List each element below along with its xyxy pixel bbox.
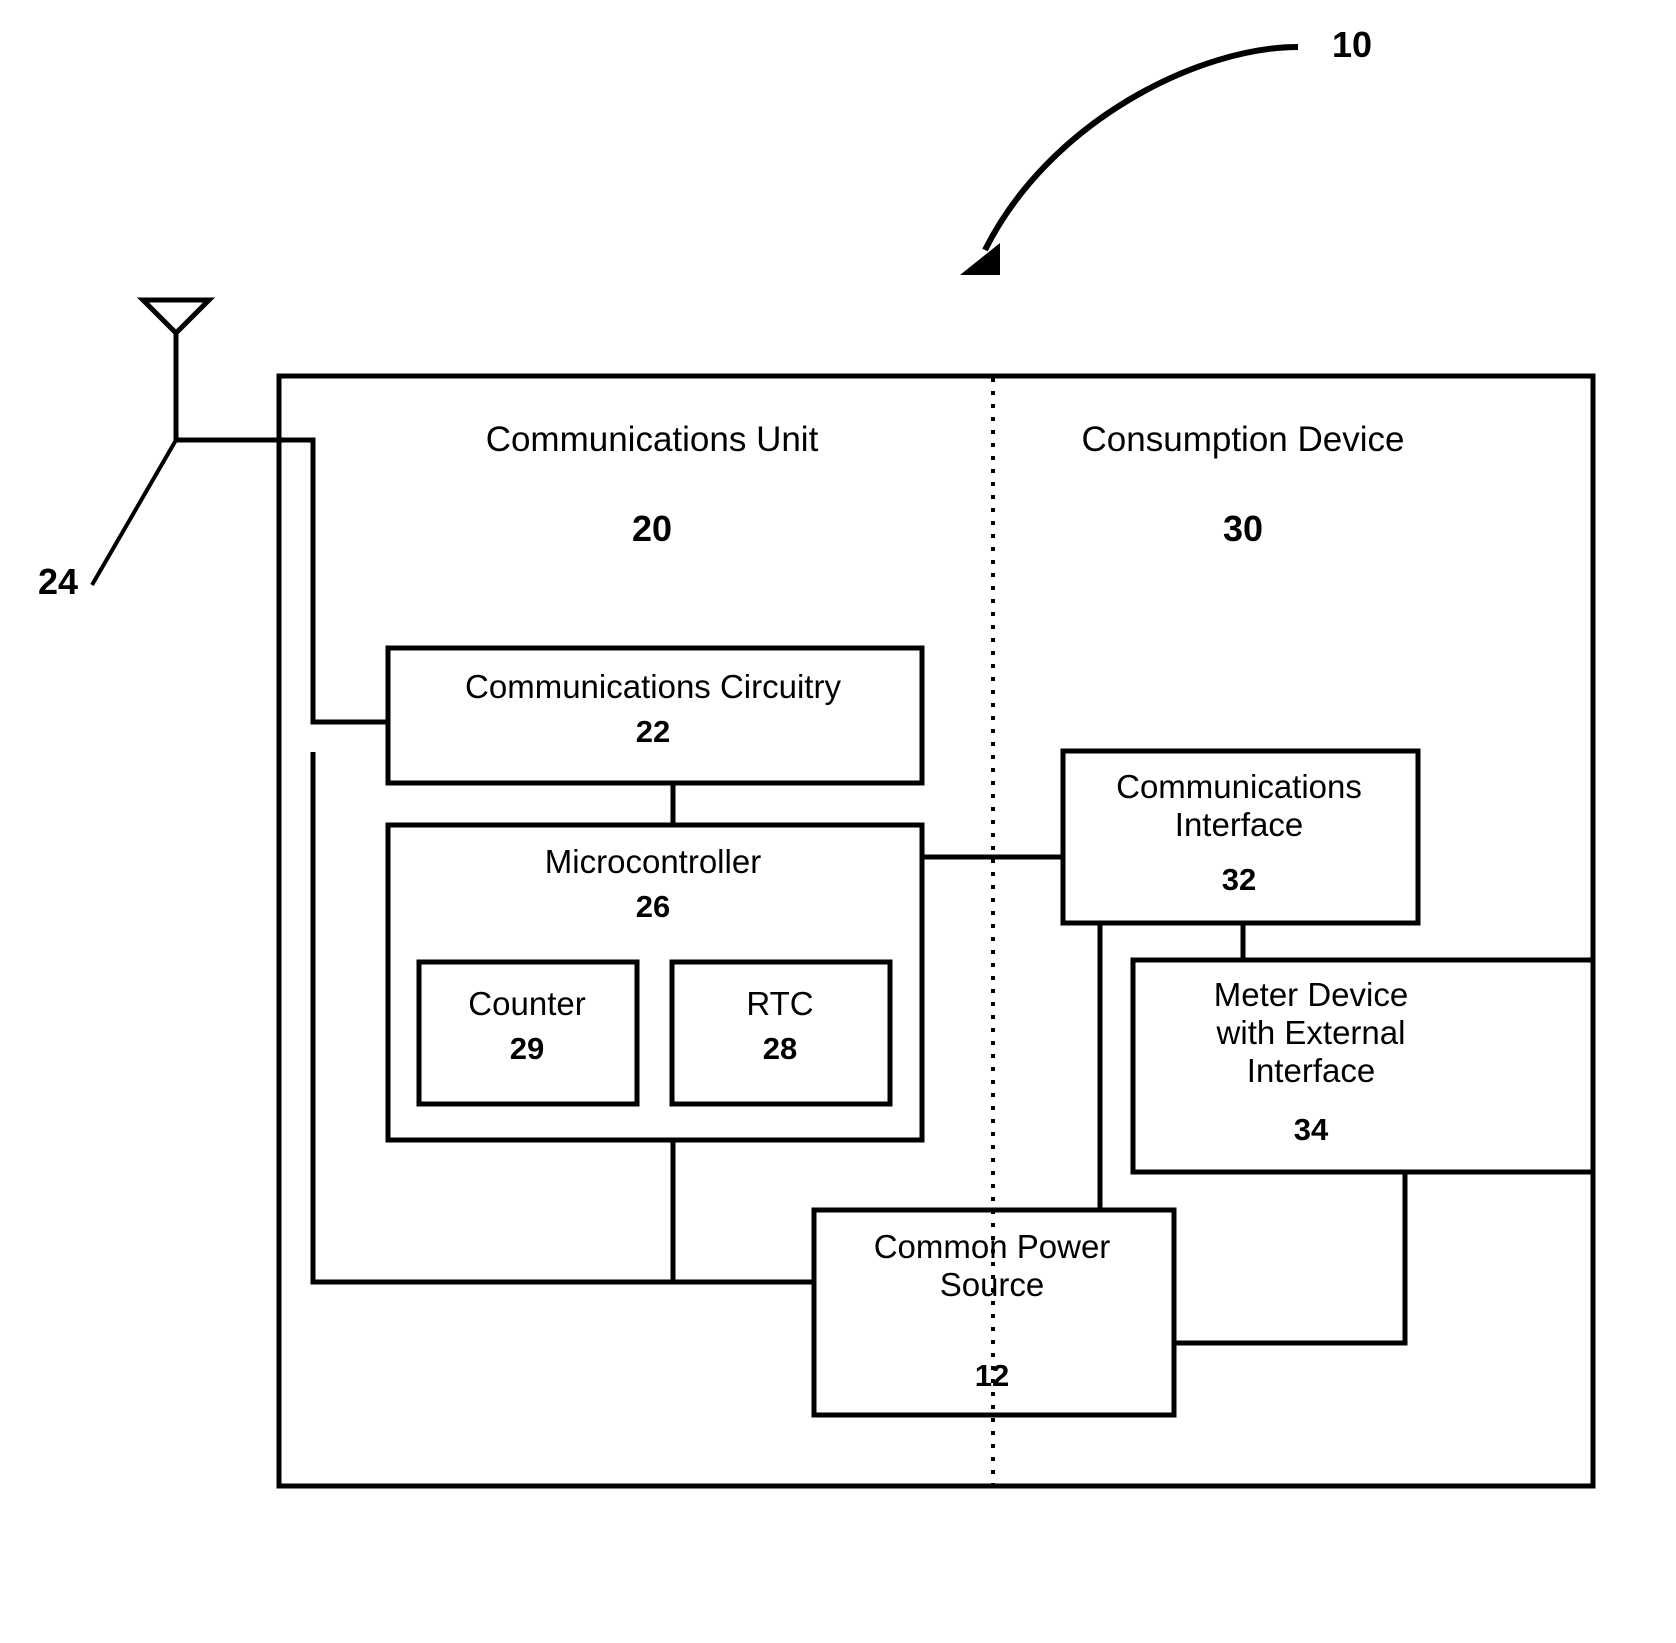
figure-leader-arrow-line xyxy=(982,44,1299,252)
microcontroller-box xyxy=(385,822,925,1143)
common-power-source-box xyxy=(811,1207,1177,1418)
communications-interface-box xyxy=(1060,748,1421,926)
diagram-lines xyxy=(90,44,1596,1489)
rtc-box xyxy=(669,959,893,1107)
antenna-icon xyxy=(136,297,216,337)
counter-box xyxy=(416,959,640,1107)
meter-device-box xyxy=(1130,957,1596,1175)
outer-enclosure-box xyxy=(276,373,1596,1489)
figure-leader-arrowhead xyxy=(960,243,1000,275)
antenna-leader-line xyxy=(90,438,178,587)
communications-circuitry-box xyxy=(385,645,925,786)
meter-power-link xyxy=(1174,1172,1408,1346)
antenna-feed-line xyxy=(176,437,388,725)
figure-canvas: 10 24 Communications Unit 20 Consumption… xyxy=(0,0,1676,1643)
